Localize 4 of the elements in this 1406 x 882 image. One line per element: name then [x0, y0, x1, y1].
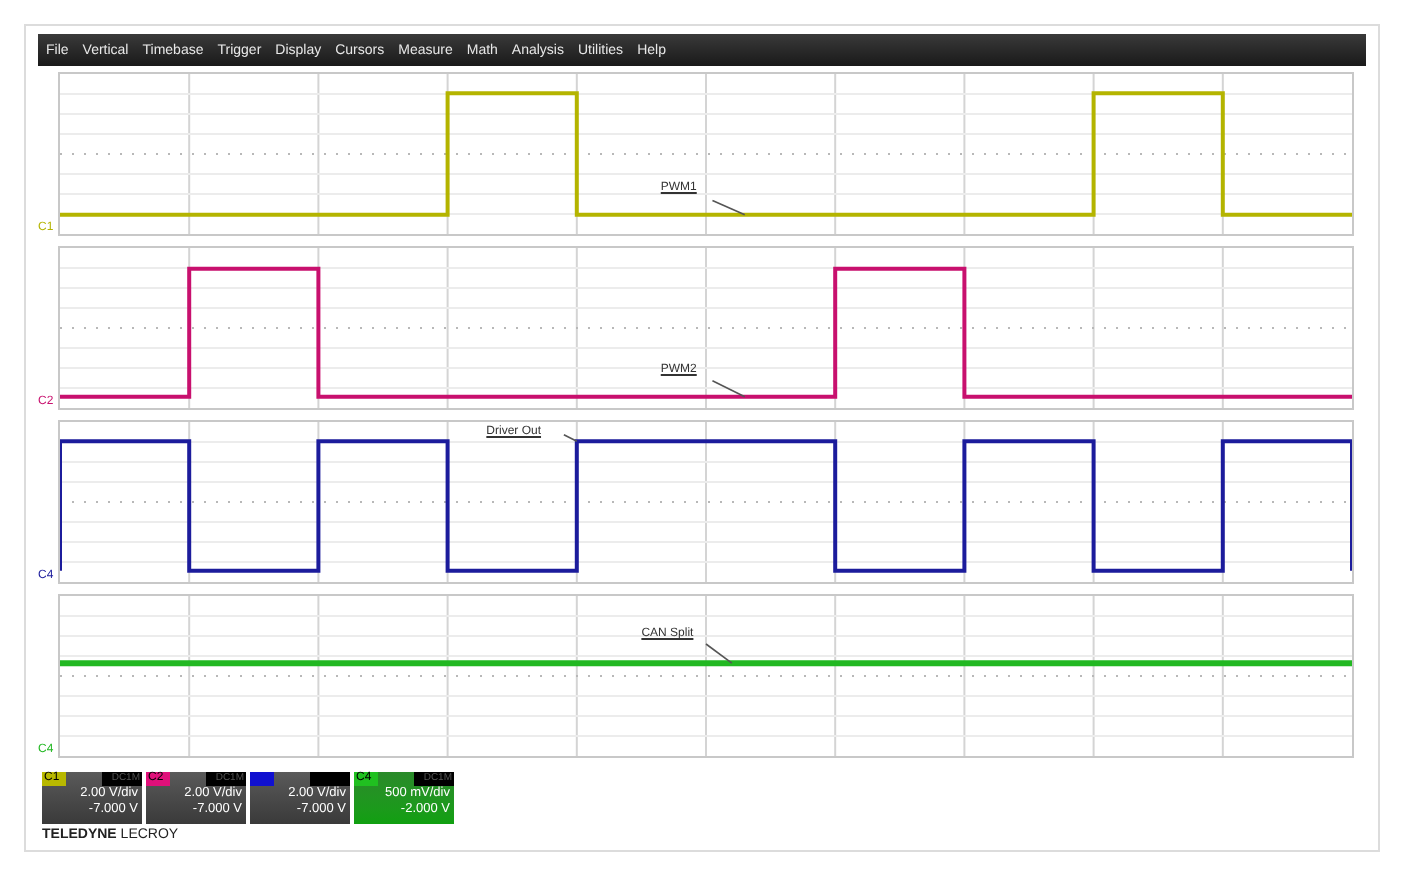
- leader-line: [711, 380, 746, 398]
- leader-line: [711, 199, 746, 216]
- leader-line: [705, 643, 733, 664]
- leader-line: [563, 434, 578, 442]
